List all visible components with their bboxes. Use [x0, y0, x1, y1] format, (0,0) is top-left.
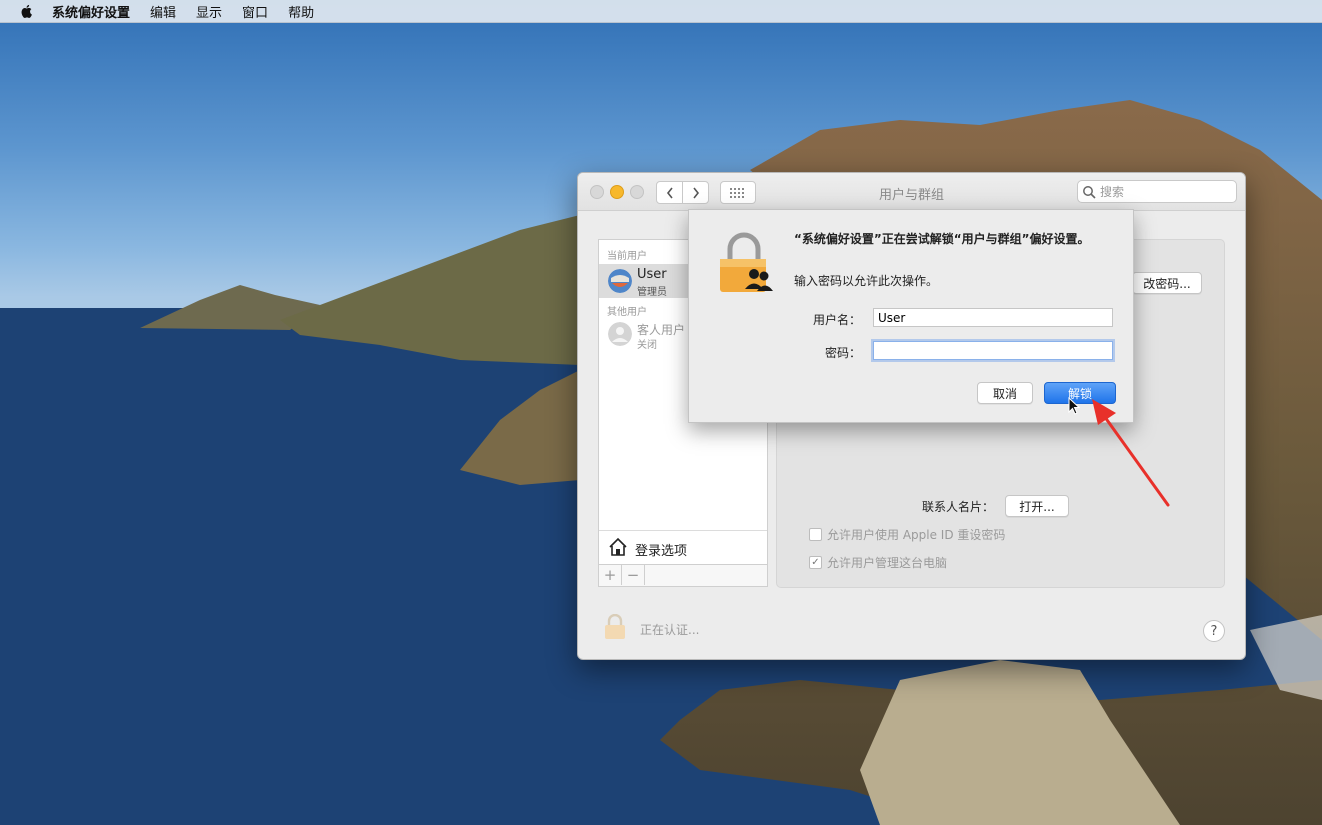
password-field[interactable]: [873, 341, 1113, 360]
menu-help[interactable]: 帮助: [288, 2, 314, 21]
contact-card-label: 联系人名片：: [922, 500, 995, 514]
window-titlebar: 用户与群组 搜索: [578, 173, 1245, 211]
lock-icon[interactable]: [604, 614, 626, 640]
sidebar-toolbar: + −: [599, 564, 767, 586]
auth-submessage: 输入密码以允许此次操作。: [794, 274, 939, 288]
search-field[interactable]: 搜索: [1077, 180, 1237, 203]
user-avatar-icon: [608, 269, 632, 293]
remove-user-button[interactable]: −: [622, 565, 645, 585]
open-contact-button[interactable]: 打开...: [1005, 495, 1069, 517]
menu-view[interactable]: 显示: [196, 2, 222, 21]
login-options-item[interactable]: 登录选项: [599, 530, 767, 565]
username-field[interactable]: [873, 308, 1113, 327]
allow-admin-row: ✓ 允许用户管理这台电脑: [809, 554, 947, 571]
search-icon: [1083, 185, 1096, 199]
apple-logo-icon[interactable]: [20, 4, 34, 18]
menu-edit[interactable]: 编辑: [150, 2, 176, 21]
guest-avatar-icon: [608, 322, 632, 346]
allow-admin-checkbox[interactable]: ✓: [809, 556, 822, 569]
help-button[interactable]: ?: [1203, 620, 1225, 642]
allow-reset-label: 允许用户使用 Apple ID 重设密码: [827, 528, 1006, 542]
password-label: 密码：: [824, 346, 861, 360]
house-icon: [609, 537, 627, 556]
guest-user-status: 关闭: [637, 340, 657, 351]
current-users-label: 当前用户: [607, 251, 647, 262]
change-password-button[interactable]: 改密码...: [1132, 272, 1202, 294]
allow-admin-label: 允许用户管理这台电脑: [827, 556, 948, 570]
other-users-label: 其他用户: [607, 307, 647, 318]
auth-status-text: 正在认证...: [640, 623, 700, 637]
menu-window[interactable]: 窗口: [242, 2, 268, 21]
allow-reset-checkbox[interactable]: [809, 528, 822, 541]
unlock-auth-dialog: “系统偏好设置”正在尝试解锁“用户与群组”偏好设置。 输入密码以允许此次操作。 …: [688, 209, 1134, 423]
search-placeholder: 搜索: [1100, 185, 1125, 199]
auth-message: “系统偏好设置”正在尝试解锁“用户与群组”偏好设置。: [794, 232, 1090, 246]
cancel-button[interactable]: 取消: [977, 382, 1033, 404]
current-user-role: 管理员: [637, 287, 667, 298]
menu-bar: 系统偏好设置 编辑 显示 窗口 帮助: [0, 0, 1322, 23]
lock-users-icon: [720, 232, 773, 292]
username-label: 用户名：: [812, 313, 861, 327]
menu-app-name[interactable]: 系统偏好设置: [52, 2, 130, 21]
red-pointer-arrow-icon: [1092, 399, 1170, 507]
current-user-name: User: [637, 267, 667, 282]
add-user-button[interactable]: +: [599, 565, 622, 585]
login-options-label: 登录选项: [635, 544, 688, 559]
allow-reset-apple-id-row: 允许用户使用 Apple ID 重设密码: [809, 526, 1005, 543]
